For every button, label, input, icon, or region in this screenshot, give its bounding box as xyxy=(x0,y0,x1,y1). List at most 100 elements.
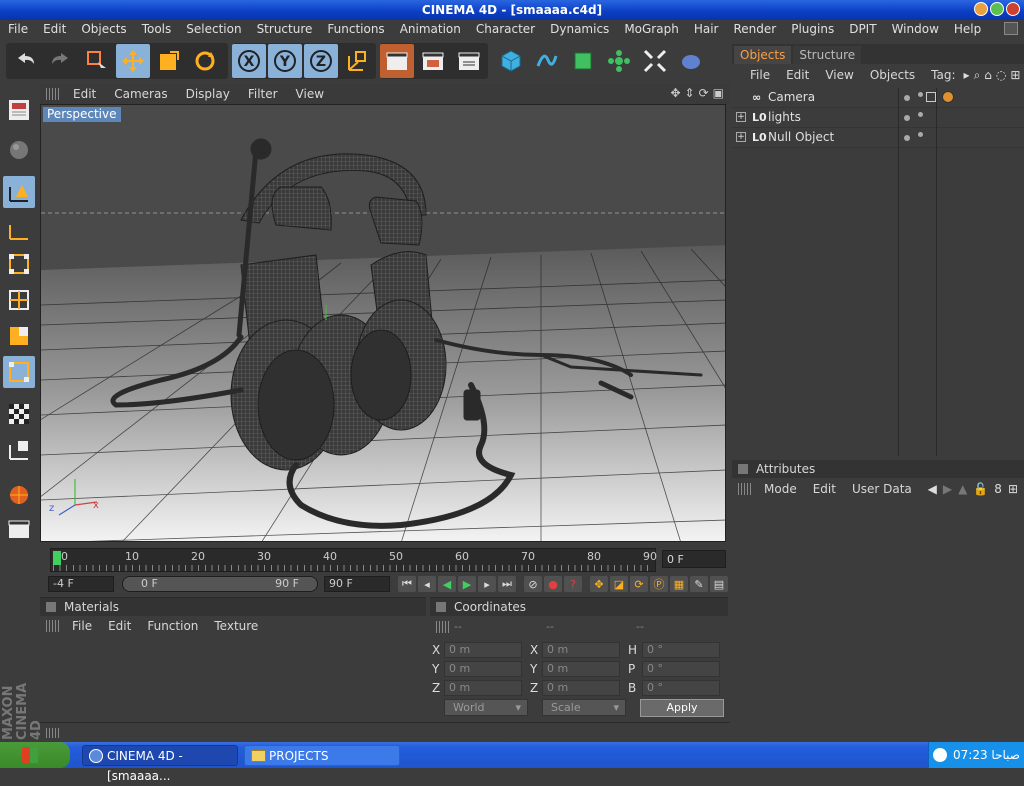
menu-structure[interactable]: Structure xyxy=(249,22,320,36)
points-mode-button[interactable] xyxy=(3,248,35,280)
zoom-view-icon[interactable]: ⇕ xyxy=(685,86,695,100)
checkerboard-button[interactable] xyxy=(3,398,35,430)
maximize-view-icon[interactable]: ▣ xyxy=(713,86,724,100)
cube-object-button[interactable] xyxy=(494,44,528,78)
materials-menu-texture[interactable]: Texture xyxy=(206,619,266,633)
menu-animation[interactable]: Animation xyxy=(392,22,468,36)
position-x-field[interactable]: 0 m xyxy=(444,642,522,658)
z-axis-button[interactable]: Z xyxy=(304,44,338,78)
materials-list[interactable] xyxy=(40,636,426,720)
menu-edit[interactable]: Edit xyxy=(35,22,73,36)
use-model-tool-button[interactable] xyxy=(3,94,35,126)
back-arrow-icon[interactable]: ◀ xyxy=(928,482,937,496)
taskbar-item-cinema4d[interactable]: CINEMA 4D - [smaaaa... xyxy=(82,745,238,783)
editor-visibility-dot[interactable] xyxy=(904,95,910,101)
layout-close-icon[interactable] xyxy=(1004,22,1018,35)
viewport-menu-display[interactable]: Display xyxy=(177,87,239,101)
menu-mograph[interactable]: MoGraph xyxy=(616,22,686,36)
min-frame-field[interactable]: -4 F xyxy=(48,576,114,592)
panel-grip[interactable] xyxy=(46,728,60,738)
forward-arrow-icon[interactable]: ▶ xyxy=(943,482,952,496)
start-button[interactable] xyxy=(0,742,70,768)
menu-window[interactable]: Window xyxy=(884,22,946,36)
move-tool-button[interactable] xyxy=(116,44,150,78)
redo-button[interactable] xyxy=(44,44,78,78)
render-settings-button[interactable] xyxy=(452,44,486,78)
viewport-menu-filter[interactable]: Filter xyxy=(239,87,287,101)
objects-menu-tags[interactable]: Tag: xyxy=(923,68,963,82)
menu-help[interactable]: Help xyxy=(946,22,988,36)
attributes-menu-edit[interactable]: Edit xyxy=(805,482,844,496)
polygons-mode-button[interactable] xyxy=(3,320,35,352)
new-window-icon[interactable]: ⊞ xyxy=(1008,482,1018,496)
play-forward-button[interactable]: ▶ xyxy=(458,576,476,592)
sculpt-button[interactable] xyxy=(3,478,35,510)
live-selection-button[interactable] xyxy=(80,44,114,78)
rotation-h-field[interactable]: 0 ° xyxy=(642,642,720,658)
panel-grip[interactable] xyxy=(46,620,60,632)
use-axis-tool-button[interactable] xyxy=(3,176,35,208)
position-y-field[interactable]: 0 m xyxy=(444,661,522,677)
close-button[interactable] xyxy=(1006,2,1020,16)
viewport-menu-cameras[interactable]: Cameras xyxy=(105,87,176,101)
edges-mode-button[interactable] xyxy=(3,284,35,316)
parameter-key-button[interactable]: Ⓟ xyxy=(650,576,668,592)
x-axis-button[interactable]: X xyxy=(232,44,266,78)
next-key-button[interactable]: ▸ xyxy=(478,576,496,592)
materials-menu-edit[interactable]: Edit xyxy=(100,619,139,633)
previous-key-button[interactable]: ◂ xyxy=(418,576,436,592)
timeline-playhead[interactable] xyxy=(53,551,61,565)
viewport-menu-edit[interactable]: Edit xyxy=(64,87,105,101)
menu-dynamics[interactable]: Dynamics xyxy=(542,22,616,36)
panel-toggle-icon[interactable] xyxy=(738,464,748,474)
list-item[interactable]: + L0 lights xyxy=(732,108,1024,128)
taskbar-item-projects[interactable]: PROJECTS xyxy=(244,745,400,766)
tab-objects[interactable]: Objects xyxy=(734,46,792,64)
perspective-viewport[interactable]: x z Perspective xyxy=(40,104,726,542)
render-visibility-dot[interactable] xyxy=(918,92,923,97)
go-to-start-button[interactable]: ⏮ xyxy=(398,576,416,592)
frame-range-slider[interactable]: 0 F 90 F xyxy=(122,576,318,592)
coordinate-space-dropdown[interactable]: World ▾ xyxy=(444,699,528,716)
menu-render[interactable]: Render xyxy=(725,22,783,36)
panel-grip[interactable] xyxy=(436,621,450,633)
render-clapboard-button[interactable] xyxy=(3,512,35,544)
objects-menu-view[interactable]: View xyxy=(817,68,861,82)
position-key-button[interactable]: ✥ xyxy=(590,576,608,592)
menu-hair[interactable]: Hair xyxy=(686,22,726,36)
size-mode-dropdown[interactable]: Scale ▾ xyxy=(542,699,626,716)
scale-key-button[interactable]: ◪ xyxy=(610,576,628,592)
list-item[interactable]: + L0 Null Object xyxy=(732,128,1024,148)
materials-menu-file[interactable]: File xyxy=(64,619,100,633)
motion-path-button[interactable]: ✎ xyxy=(690,576,708,592)
more-menu-icon[interactable]: ▸ xyxy=(964,68,970,83)
target-tag-icon[interactable] xyxy=(926,92,936,102)
window-title-bar[interactable]: CINEMA 4D - [smaaaa.c4d] xyxy=(0,0,1024,20)
eye-icon[interactable]: ◌ xyxy=(996,68,1006,83)
rotate-view-icon[interactable]: ⟳ xyxy=(699,86,709,100)
menu-objects[interactable]: Objects xyxy=(73,22,133,36)
scene-object-button[interactable] xyxy=(674,44,708,78)
rotate-tool-button[interactable] xyxy=(188,44,222,78)
render-visibility-dot[interactable] xyxy=(918,132,923,137)
maximize-button[interactable] xyxy=(990,2,1004,16)
up-arrow-icon[interactable]: ▲ xyxy=(958,482,967,496)
lock-icon[interactable]: 🔓 xyxy=(973,482,988,496)
attributes-menu-mode[interactable]: Mode xyxy=(756,482,805,496)
play-backward-button[interactable]: ◀ xyxy=(438,576,456,592)
attributes-menu-user-data[interactable]: User Data xyxy=(844,482,920,496)
render-visibility-dot[interactable] xyxy=(918,112,923,117)
new-window-icon[interactable]: ⊞ xyxy=(1010,68,1020,83)
go-to-end-button[interactable]: ⏭ xyxy=(498,576,516,592)
object-list[interactable]: ∞ Camera + L0 lights + L0 Null Object xyxy=(732,88,1024,456)
panel-toggle-icon[interactable] xyxy=(46,602,56,612)
panel-grip[interactable] xyxy=(738,483,752,495)
menu-tools[interactable]: Tools xyxy=(134,22,179,36)
rotation-b-field[interactable]: 0 ° xyxy=(642,680,720,696)
autokey-button[interactable]: ● xyxy=(544,576,562,592)
size-y-field[interactable]: 0 m xyxy=(542,661,620,677)
use-object-tool-button[interactable] xyxy=(3,134,35,166)
model-mode-button[interactable] xyxy=(3,356,35,388)
menu-file[interactable]: File xyxy=(0,22,35,36)
language-icon[interactable] xyxy=(933,748,947,762)
